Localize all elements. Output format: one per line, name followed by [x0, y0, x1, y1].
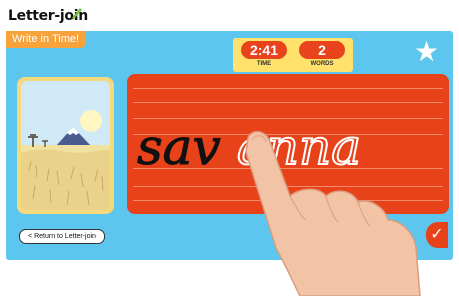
pointing-hand — [245, 130, 421, 296]
